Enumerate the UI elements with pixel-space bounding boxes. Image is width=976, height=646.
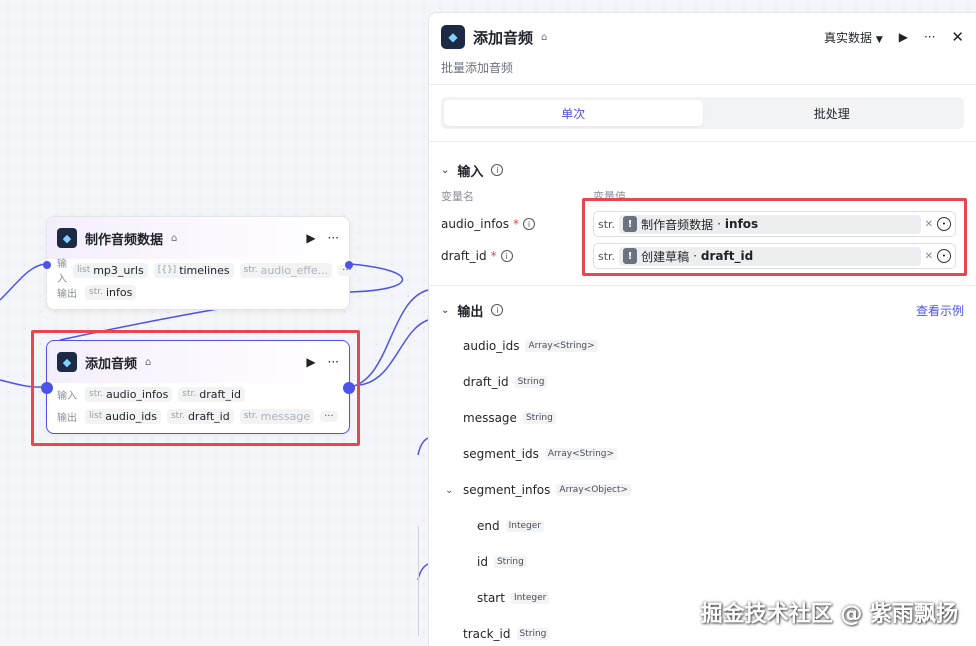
input-name: draft_id [441,249,487,263]
output-row: message String [463,400,976,436]
chevron-down-icon[interactable]: ⌄ [441,305,449,316]
app-logo-icon: ◆ [441,25,465,49]
more-icon[interactable]: ··· [328,231,339,245]
input-section-title: 输入 [457,164,484,180]
node-inputs-row: 输入 list mp3_urls [{}] timelines str. audio_… [47,259,356,285]
chevron-down-icon: ▼ [875,34,883,45]
run-icon[interactable]: ▶ [899,30,908,44]
tab-single[interactable]: 单次 [444,100,703,126]
edge-curve [0,263,47,301]
outputs-label: 输出 [57,288,77,300]
type-badge: Integer [505,520,544,532]
highlight-box-node [31,330,360,446]
type-badge: Array<Object> [556,484,632,496]
tab-batch[interactable]: 批处理 [703,100,962,126]
edge-curve [349,289,429,388]
node-config-panel: ◆ 添加音频 ⌂ 真实数据 ▼ ▶ ··· ✕ 批量添加音频 单次 批处理 ⌄ … [418,12,976,646]
output-port[interactable] [345,261,353,269]
chevron-down-icon[interactable]: ⌄ [441,165,449,176]
view-example-link[interactable]: 查看示例 [916,302,964,319]
info-icon[interactable]: i [491,164,504,176]
output-row-expandable[interactable]: ⌄ segment_infos Array<Object> [445,472,976,508]
node-title: 制作音频数据 [85,232,164,248]
input-tag: list mp3_urls [73,262,148,278]
output-row: segment_ids Array<String> [463,436,976,472]
col-head-name: 变量名 [441,190,474,203]
output-row: audio_ids Array<String> [463,328,976,364]
inputs-label: 输入 [57,259,67,285]
info-icon[interactable]: i [500,250,513,262]
plugin-icon: ⌂ [171,232,178,244]
edge-curve [417,563,429,581]
data-mode-select[interactable]: 真实数据 ▼ [824,29,883,46]
type-badge: String [522,412,556,424]
output-child-row: end Integer [477,508,976,544]
input-port[interactable] [43,261,51,269]
input-tag: [{}] timelines [153,262,234,278]
type-badge: String [514,376,548,388]
panel-description: 批量添加音频 [441,61,514,75]
node-header: ◆ 制作音频数据 ⌂ ▶ ··· [47,217,349,259]
mode-tabs: 单次 批处理 [441,97,964,129]
output-tag: str. infos [85,284,137,300]
panel-header: ◆ 添加音频 ⌂ 真实数据 ▼ ▶ ··· ✕ 批量添加音频 [429,13,976,85]
type-badge: Array<String> [544,448,618,460]
output-row: draft_id String [463,364,976,400]
output-section: ⌄ 输出 i 查看示例 audio_ids Array<String> draft… [418,286,976,646]
input-tag: str. audio_effe... [239,262,333,278]
run-icon[interactable]: ▶ [306,231,315,245]
output-child-row: id String [477,544,976,580]
input-name: audio_infos [441,217,510,231]
type-badge: Integer [510,592,550,604]
node-outputs-row: 输出 str. infos [47,281,349,303]
tree-guide-line [418,526,419,636]
close-icon[interactable]: ✕ [951,28,964,46]
more-icon[interactable]: ··· [924,30,935,44]
plugin-icon: ⌂ [541,31,548,43]
info-icon[interactable]: i [491,304,504,316]
panel-title: 添加音频 [473,28,534,47]
highlight-box-inputs [582,198,967,276]
type-badge: Array<String> [525,340,598,352]
edge-curve [417,437,429,456]
node-make-audio-data[interactable]: ◆ 制作音频数据 ⌂ ▶ ··· 输入 list mp3_urls [{}] tim… [43,216,356,310]
chevron-down-icon: ⌄ [445,484,454,496]
app-logo-icon: ◆ [57,228,77,248]
output-section-title: 输出 [457,304,484,320]
info-icon[interactable]: i [523,218,536,230]
watermark-text: 掘金技术社区 @ 紫雨飘扬 [700,602,958,627]
type-badge: String [516,628,550,640]
type-badge: String [493,556,527,568]
